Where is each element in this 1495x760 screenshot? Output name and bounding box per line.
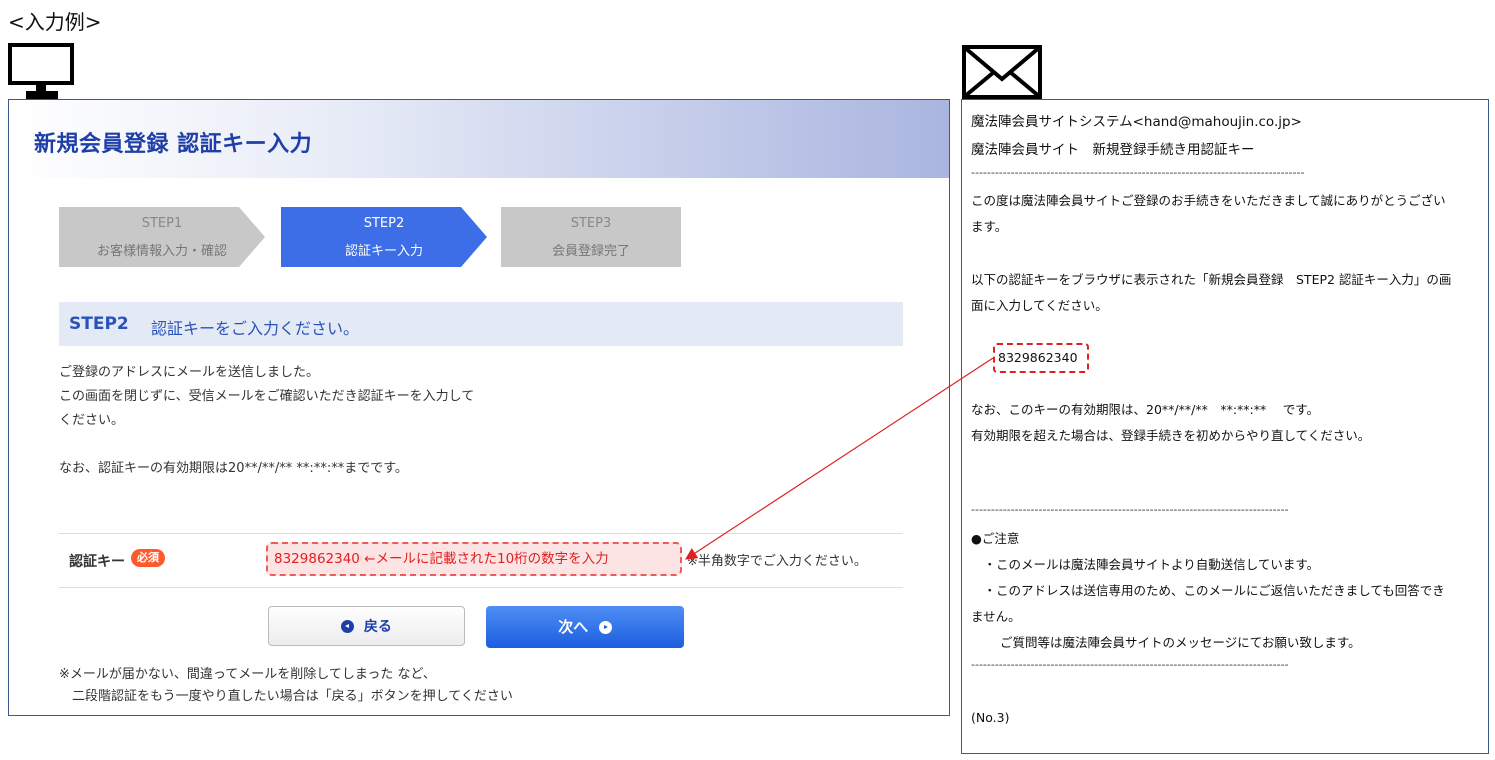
email-from: 魔法陣会員サイトシステム<hand@mahoujin.co.jp> [971,114,1302,130]
step-1-label: お客様情報入力・確認 [96,244,227,259]
footnote-line: 二段階認証をもう一度やり直したい場合は「戻る」ボタンを押してください [59,689,513,704]
monitor-icon [8,43,74,99]
email-body-line: 面に入力してください。 [971,298,1108,313]
instruction-text: ご登録のアドレスにメールを送信しました。 この画面を閉じずに、受信メールをご確認… [59,361,474,433]
email-expiry-line: なお、このキーの有効期限は、20**/**/** **:**:** です。 [971,402,1319,417]
email-panel: 魔法陣会員サイトシステム<hand@mahoujin.co.jp> 魔法陣会員サ… [961,99,1489,754]
registration-screen: 新規会員登録 認証キー入力 STEP1 お客様情報入力・確認 STEP2 認証キ… [8,99,950,716]
email-body-line: 以下の認証キーをブラウザに表示された「新規会員登録 STEP2 認証キー入力」の… [971,272,1452,287]
required-badge: 必須 [131,549,165,567]
step-1: STEP1 お客様情報入力・確認 [59,207,265,267]
email-notice-line: ません。 [971,609,1021,624]
section-step: STEP2 [69,314,129,334]
auth-key-row: 認証キー 必須 8329862340 ←メールに記載された10桁の数字を入力 ※… [59,533,903,588]
section-title: 認証キーをご入力ください。 [151,319,360,338]
screen-header: 新規会員登録 認証キー入力 [9,100,949,178]
email-number: (No.3) [971,710,1010,725]
email-notice-heading: ●ご注意 [971,531,1020,546]
step-2-number: STEP2 [363,216,405,231]
next-button[interactable]: 次へ [486,606,684,648]
email-notice-line: ご質問等は魔法陣会員サイトのメッセージにてお願い致します。 [971,635,1361,650]
email-subject: 魔法陣会員サイト 新規登録手続き用認証キー [971,142,1255,158]
instruction-line: ください。 [59,413,125,428]
page-title: 新規会員登録 認証キー入力 [34,132,313,157]
email-divider: ----------------------------------------… [971,658,1289,671]
circle-arrow-left-icon [341,620,355,633]
circle-arrow-right-icon [598,621,612,634]
email-notice-line: ・このメールは魔法陣会員サイトより自動送信しています。 [971,557,1320,572]
next-button-label: 次へ [558,618,589,636]
instruction-line: この画面を閉じずに、受信メールをご確認いただき認証キーを入力して [59,389,475,404]
input-hint: ※半角数字でご入力ください。 [687,554,867,569]
email-notice-line: ・このアドレスは送信専用のため、このメールにご返信いただきましても回答でき [971,583,1445,598]
step-2-label: 認証キー入力 [344,244,423,259]
email-divider: ----------------------------------------… [971,503,1289,516]
auth-key-label: 認証キー [69,554,125,570]
instruction-line: ご登録のアドレスにメールを送信しました。 [59,365,320,380]
footnote-line: ※メールが届かない、間違ってメールを削除してしまった など、 [59,667,436,682]
auth-key-input[interactable]: 8329862340 ←メールに記載された10桁の数字を入力 [266,542,682,576]
back-button[interactable]: 戻る [268,606,465,646]
email-body-line: ます。 [971,219,1008,234]
email-expiry-line: 有効期限を超えた場合は、登録手続きを初めからやり直してください。 [971,428,1371,443]
step-3: STEP3 会員登録完了 [501,207,681,267]
section-heading: STEP2 認証キーをご入力ください。 [59,302,903,346]
footnote: ※メールが届かない、間違ってメールを削除してしまった など、 二段階認証をもう一… [59,664,513,708]
example-caption: <入力例> [8,10,102,34]
step-1-number: STEP1 [141,216,183,231]
step-2-active: STEP2 認証キー入力 [281,207,487,267]
email-body-line: この度は魔法陣会員サイトご登録のお手続きをいただきまして誠にありがとうござい [971,193,1446,208]
email-divider: ----------------------------------------… [971,166,1305,179]
step-3-label: 会員登録完了 [551,244,630,259]
envelope-icon [962,45,1042,99]
expiry-text: なお、認証キーの有効期限は20**/**/** **:**:**までです。 [59,461,408,476]
step-3-number: STEP3 [570,216,612,231]
email-auth-key: 8329862340 [993,343,1089,373]
back-button-label: 戻る [363,619,392,635]
